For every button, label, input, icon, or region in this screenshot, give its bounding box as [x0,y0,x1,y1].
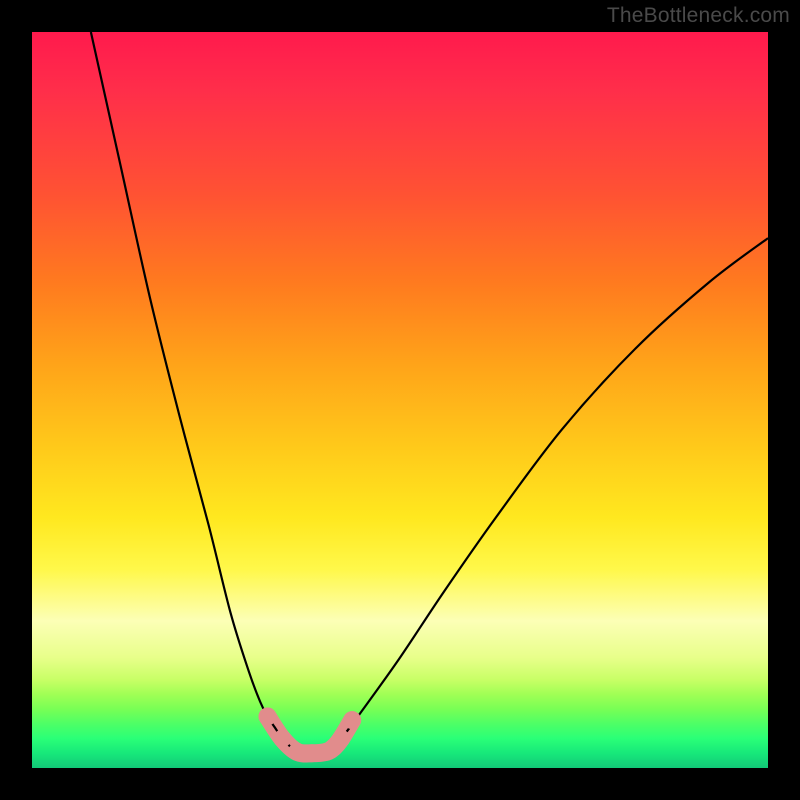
chart-frame: TheBottleneck.com [0,0,800,800]
watermark-text: TheBottleneck.com [607,4,790,28]
highlight-marker-dot [273,730,291,748]
plot-area [32,32,768,768]
right-curve [326,238,768,752]
highlight-marker-dot [259,707,277,725]
left-curve [91,32,297,752]
curves-layer [32,32,768,768]
highlight-marker-dot [332,730,350,748]
highlight-marker-dot [343,711,361,729]
